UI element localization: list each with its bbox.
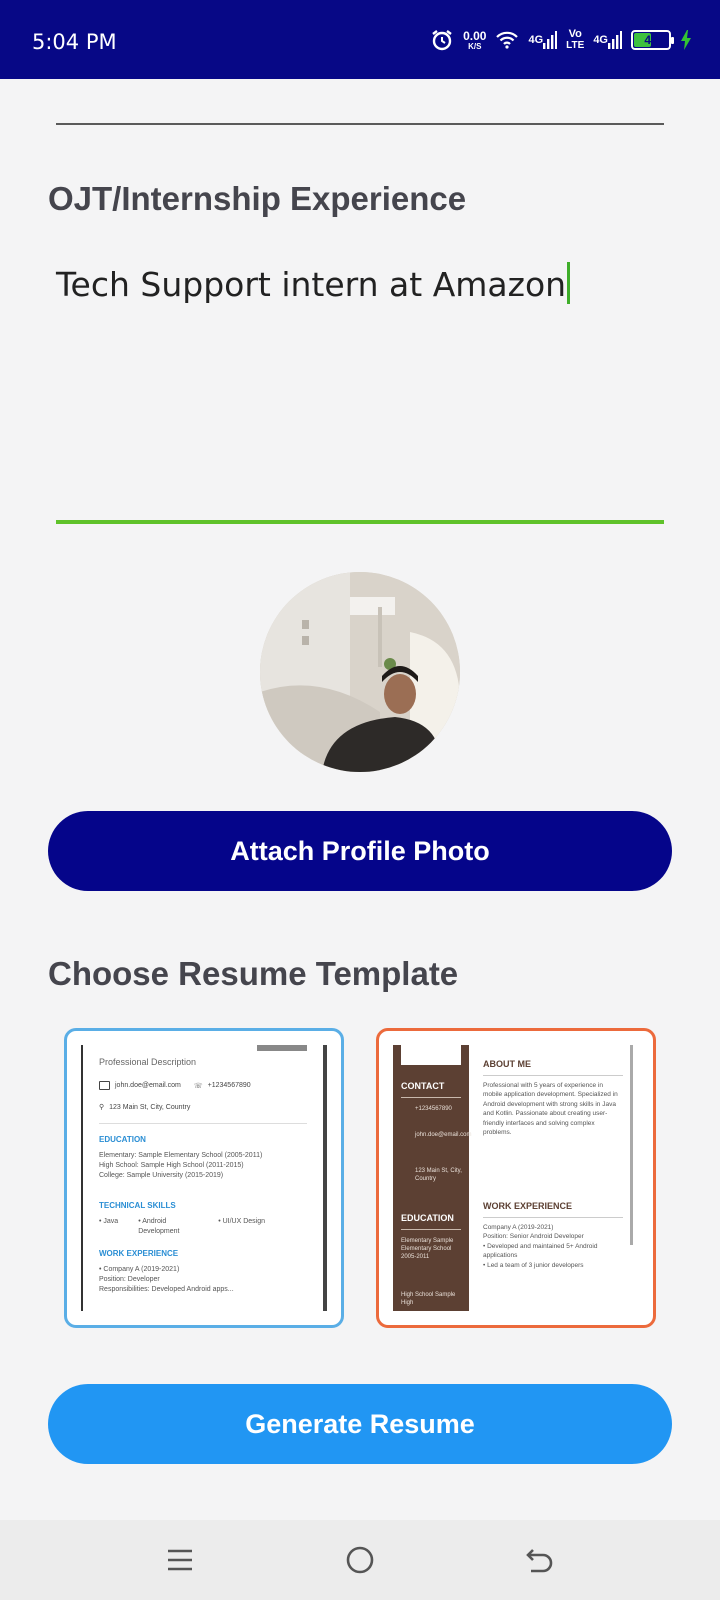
tpl1-phone: +1234567890 <box>207 1082 251 1089</box>
tpl1-email: john.doe@email.com <box>115 1082 181 1089</box>
ojt-label: OJT/Internship Experience <box>48 180 467 217</box>
preview-rule <box>483 1217 623 1218</box>
tpl1-edu-line: High School: Sample High School (2011-20… <box>99 1161 244 1169</box>
speed-unit: K/S <box>468 41 482 51</box>
preview-rule <box>99 1123 307 1124</box>
tpl1-education-heading: EDUCATION <box>99 1135 146 1144</box>
volte-bottom: LTE <box>566 40 585 51</box>
tpl2-education: Elementary Sample Elementary School 2005… <box>401 1238 454 1261</box>
mail-icon <box>99 1081 110 1090</box>
template-1-preview: Professional Description john.doe@email.… <box>81 1045 327 1311</box>
tpl1-skills-heading: TECHNICAL SKILLS <box>99 1201 176 1210</box>
template-label: Choose Resume Template <box>48 955 459 992</box>
tpl1-skill: • Android Development <box>138 1218 180 1235</box>
tpl2-about-heading: ABOUT ME <box>483 1059 531 1069</box>
tpl1-edu-line: Elementary: Sample Elementary School (20… <box>99 1152 263 1159</box>
tpl1-education: Elementary: Sample Elementary School (20… <box>99 1151 309 1180</box>
preview-tab <box>257 1045 307 1051</box>
tpl1-work-heading: WORK EXPERIENCE <box>99 1249 179 1258</box>
tpl2-address: 123 Main St, City, Country <box>415 1168 462 1183</box>
preview-rule <box>401 1229 461 1230</box>
preview-block <box>401 1045 461 1065</box>
volte-icon: Vo LTE <box>566 29 584 51</box>
tpl2-email: john.doe@email.com <box>415 1132 472 1138</box>
status-icons: 0.00 K/S 4G Vo LTE 4G 46 <box>430 28 692 52</box>
preview-rule <box>81 1045 83 1311</box>
tpl2-work-line: • Led a team of 3 junior developers <box>483 1261 584 1269</box>
tpl1-work-line: Responsibilities: Developed Android apps… <box>99 1285 234 1293</box>
tpl2-main: ABOUT ME Professional with 5 years of ex… <box>479 1045 633 1311</box>
tpl1-skill: • UI/UX Design <box>218 1218 265 1225</box>
tpl2-work-line: Position: Senior Android Developer <box>483 1233 584 1241</box>
template-option-1[interactable]: Professional Description john.doe@email.… <box>64 1028 344 1328</box>
attach-profile-photo-button[interactable]: Attach Profile Photo <box>48 811 672 891</box>
tpl1-skill: • Java <box>99 1218 119 1225</box>
template-2-preview: CONTACT +1234567890 john.doe@email.com 1… <box>393 1045 639 1311</box>
preview-rule <box>483 1075 623 1076</box>
tpl1-work-line: • Company A (2019-2021) <box>99 1266 180 1273</box>
tpl1-address: 123 Main St, City, Country <box>109 1103 191 1111</box>
tpl2-work: Company A (2019-2021) Position: Senior A… <box>483 1223 623 1270</box>
alarm-icon <box>430 28 454 52</box>
tpl2-education-heading: EDUCATION <box>401 1213 454 1223</box>
ojt-input-underline <box>56 520 664 524</box>
tpl2-phone: +1234567890 <box>415 1106 452 1112</box>
template-option-2[interactable]: CONTACT +1234567890 john.doe@email.com 1… <box>376 1028 656 1328</box>
battery-percent: 46 <box>644 33 658 47</box>
tpl1-contact-row: john.doe@email.com ☏ +1234567890 <box>99 1081 251 1090</box>
volte-top: Vo <box>568 28 582 40</box>
charging-icon <box>680 30 692 50</box>
speed-value: 0.00 <box>463 28 487 43</box>
status-bar: 5:04 PM 0.00 K/S 4G Vo LTE 4G 46 <box>0 0 720 79</box>
tpl2-work-heading: WORK EXPERIENCE <box>483 1201 573 1211</box>
text-caret <box>567 262 571 304</box>
signal-4g-icon: 4G <box>528 31 558 49</box>
tpl2-work-line: Company A (2019-2021) <box>483 1224 554 1231</box>
recents-menu-icon[interactable] <box>160 1540 200 1580</box>
field-divider <box>56 123 664 125</box>
tpl1-skills: • Java • Android Development • UI/UX Des… <box>99 1217 309 1237</box>
tpl1-description: Professional Description <box>99 1057 197 1067</box>
location-icon: ⚲ <box>99 1104 105 1111</box>
tpl1-edu-line: College: Sample University (2015-2019) <box>99 1171 224 1179</box>
profile-photo <box>260 572 460 772</box>
back-arrow-icon[interactable] <box>520 1540 560 1580</box>
home-circle-icon[interactable] <box>340 1540 380 1580</box>
tpl1-work-line: Position: Developer <box>99 1275 160 1283</box>
phone-icon: ☏ <box>193 1082 203 1090</box>
tpl1-address-row: ⚲ 123 Main St, City, Country <box>99 1103 191 1112</box>
preview-scrollbar <box>630 1045 633 1245</box>
preview-rule <box>323 1045 327 1311</box>
generate-resume-button[interactable]: Generate Resume <box>48 1384 672 1464</box>
wifi-icon <box>495 30 519 50</box>
tpl1-work: • Company A (2019-2021) Position: Develo… <box>99 1265 309 1294</box>
tpl2-work-line: • Developed and maintained 5+ Android ap… <box>483 1242 598 1260</box>
net-label-2: 4G <box>593 33 608 46</box>
ojt-input[interactable]: Tech Support intern at Amazon <box>56 262 664 522</box>
battery-icon: 46 <box>631 30 674 50</box>
network-speed: 0.00 K/S <box>463 30 486 51</box>
ojt-input-value: Tech Support intern at Amazon <box>56 265 567 304</box>
status-time: 5:04 PM <box>32 30 117 54</box>
tpl2-about: Professional with 5 years of experience … <box>483 1082 618 1137</box>
tpl2-education-2: High School Sample High <box>401 1292 456 1307</box>
signal-4g-icon-2: 4G <box>593 31 622 49</box>
net-label-1: 4G <box>528 33 544 46</box>
preview-rule <box>401 1097 461 1098</box>
system-nav-bar <box>0 1520 720 1600</box>
tpl2-contact-heading: CONTACT <box>401 1081 445 1091</box>
tpl2-sidebar: CONTACT +1234567890 john.doe@email.com 1… <box>393 1045 472 1311</box>
